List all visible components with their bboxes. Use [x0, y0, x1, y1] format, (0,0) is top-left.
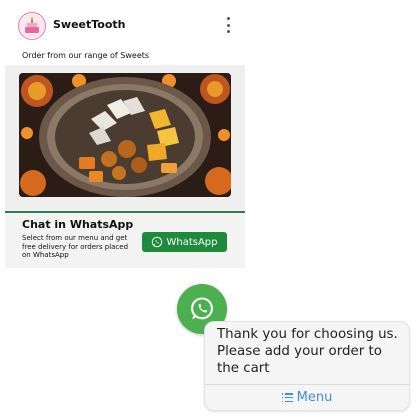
brand-logo: [18, 12, 46, 40]
bubble-message: Thank you for choosing us. Please add yo…: [217, 327, 398, 376]
chat-bubble: Thank you for choosing us. Please add yo…: [204, 321, 410, 411]
sweets-platter-image: [19, 73, 231, 197]
chat-description: Select from our menu and get free delive…: [22, 234, 129, 259]
brand-name: SweetTooth: [53, 18, 126, 31]
page-subtitle: Order from our range of Sweets: [22, 51, 150, 60]
whatsapp-icon: [191, 297, 213, 320]
banner: [5, 65, 245, 211]
menu-button[interactable]: Menu: [205, 385, 409, 410]
chat-in-whatsapp-section: Chat in WhatsApp Select from our menu an…: [5, 213, 245, 268]
whatsapp-icon: [152, 236, 163, 248]
menu-label: Menu: [296, 390, 333, 405]
sweettooth-card: SweetTooth Order from our range of Sweet…: [5, 5, 245, 268]
chat-title: Chat in WhatsApp: [22, 218, 134, 231]
whatsapp-button[interactable]: WhatsApp: [142, 232, 227, 252]
list-icon: [281, 393, 293, 402]
more-options-icon[interactable]: [223, 17, 233, 33]
whatsapp-button-label: WhatsApp: [166, 236, 218, 248]
card-header: SweetTooth: [5, 5, 245, 47]
